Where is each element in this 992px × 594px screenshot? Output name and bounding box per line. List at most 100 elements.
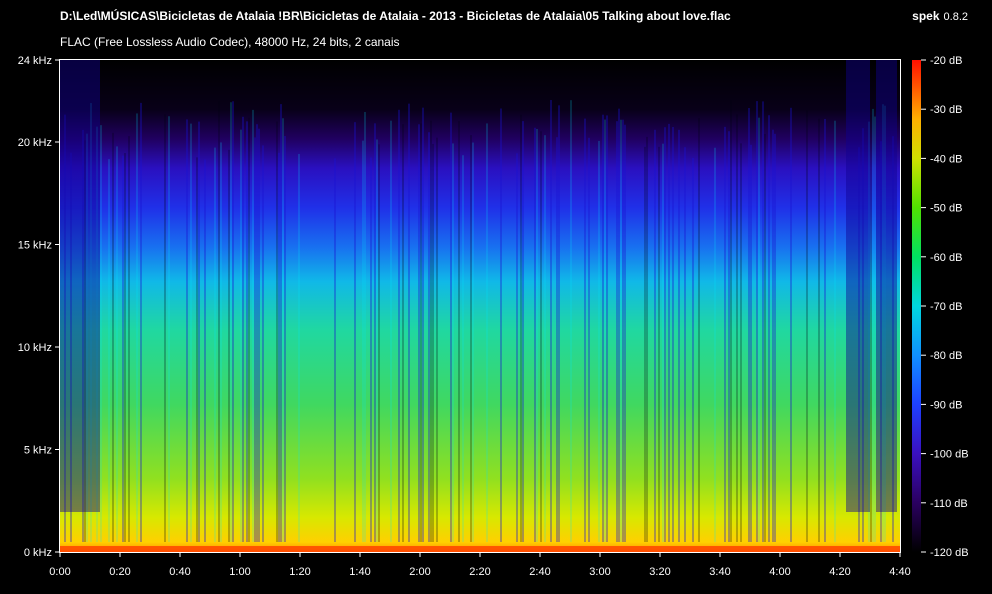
spectrogram-streak <box>678 129 680 543</box>
spectrogram-streak <box>774 133 776 542</box>
spectrogram-streak <box>824 118 826 542</box>
spectrogram-streak <box>684 147 686 542</box>
spectrogram-streak <box>376 139 378 542</box>
time-axis: 0:00 0:20 0:40 1:00 1:20 1:40 2:00 2:20 2:40 3:00… <box>49 552 911 578</box>
spectrogram-streak <box>218 101 220 542</box>
spectrogram-streak <box>616 121 618 543</box>
spectrogram-streak <box>748 108 750 543</box>
spectrogram-streak <box>430 120 432 542</box>
low-frequency-band <box>60 546 900 552</box>
spectrogram-streak <box>246 121 248 543</box>
db-tick-label: -20 dB <box>930 55 962 67</box>
spectrogram-image <box>60 60 900 552</box>
spectrogram-streak <box>570 100 572 543</box>
db-tick-label: -100 dB <box>930 449 969 461</box>
spectrogram-streak <box>790 107 792 542</box>
spectrogram-streak <box>418 124 420 542</box>
spectrogram-streak <box>724 126 726 543</box>
spectrogram-streak <box>242 116 244 543</box>
time-tick-label: 3:40 <box>709 566 730 578</box>
spectrogram-streak <box>522 121 524 543</box>
spectrogram-streak <box>374 123 376 543</box>
spectrogram-streak <box>428 132 430 542</box>
spectrogram-streak <box>254 137 256 543</box>
spectrogram-streak <box>750 144 752 542</box>
spectrogram-streak <box>230 102 232 543</box>
spectrogram-streak <box>668 123 670 543</box>
spectrogram-streak <box>398 109 400 542</box>
spectrogram-streak <box>870 114 872 543</box>
spectrogram-streak <box>362 140 364 542</box>
spectrogram-streak <box>768 115 770 543</box>
time-tick-label: 0:20 <box>109 566 130 578</box>
spectrogram-streak <box>220 142 222 542</box>
freq-tick-label: 24 kHz <box>18 55 52 67</box>
time-tick-label: 1:00 <box>229 566 250 578</box>
spectrogram-streak <box>874 116 876 542</box>
quiet-region <box>846 60 870 512</box>
spectrogram-streak <box>598 140 600 542</box>
spectrogram-streak <box>486 123 488 542</box>
db-tick-label: -110 dB <box>930 498 968 510</box>
spectrogram-streak <box>470 135 472 542</box>
spectrogram-streak <box>588 137 590 542</box>
spectrogram-streak <box>354 122 356 542</box>
time-tick-label: 2:00 <box>409 566 430 578</box>
spectrogram-streak <box>402 124 404 542</box>
spectrogram-streak <box>364 112 366 542</box>
time-tick-label: 0:40 <box>169 566 190 578</box>
spectrogram-streak <box>664 127 666 543</box>
spectrogram-streak <box>740 143 742 543</box>
spectrogram-streak <box>278 152 280 543</box>
spectrogram-streak <box>544 135 546 542</box>
spectrogram-streak <box>624 124 626 542</box>
spectrogram-streak <box>128 136 130 542</box>
spectrogram-streak <box>550 100 552 542</box>
spectrogram-streak <box>122 155 124 543</box>
spectrogram-streak <box>280 104 282 542</box>
time-tick-label: 1:40 <box>349 566 370 578</box>
spectrogram-streak <box>370 157 372 543</box>
time-tick-label: 2:40 <box>529 566 550 578</box>
spectrogram-streak <box>692 157 694 542</box>
spectrogram-streak <box>168 116 170 542</box>
freq-tick-label: 20 kHz <box>18 137 52 149</box>
spectrogram-streak <box>536 128 538 542</box>
spectrogram-streak <box>214 147 216 543</box>
spectrogram-streak <box>284 136 286 542</box>
spectrogram-streak <box>136 113 138 542</box>
time-tick-label: 4:40 <box>889 566 910 578</box>
db-tick-label: -40 dB <box>930 153 962 165</box>
spectrogram-streak <box>736 114 738 542</box>
spectrogram-streak <box>108 159 110 542</box>
spectrogram-streak <box>714 147 716 542</box>
spectrogram-streak <box>190 123 192 542</box>
spectrogram-streak <box>140 102 142 542</box>
spectrogram-streak <box>620 119 622 542</box>
spectrogram-streak <box>100 125 102 542</box>
spectrogram-streak <box>644 146 646 542</box>
time-tick-label: 3:00 <box>589 566 610 578</box>
spectrogram-streak <box>646 136 648 542</box>
spectrogram-streak <box>452 143 454 543</box>
spectrogram-streak <box>834 120 836 543</box>
spectrogram-streak <box>276 121 278 542</box>
db-tick-label: -120 dB <box>930 547 969 559</box>
spectrogram-streak <box>872 108 874 542</box>
time-tick-label: 4:20 <box>829 566 850 578</box>
spectrogram-streak <box>584 118 586 542</box>
spectrogram-streak <box>516 153 518 543</box>
spectrogram-streak <box>606 115 608 542</box>
spectrogram-streak <box>458 121 460 542</box>
spectrogram-streak <box>472 142 474 542</box>
freq-tick-label: 10 kHz <box>18 342 52 354</box>
spectrogram-streak <box>116 146 118 542</box>
spectrogram-streak <box>534 127 536 542</box>
spectrogram-streak <box>262 145 264 542</box>
freq-tick-label: 0 kHz <box>24 547 52 559</box>
db-tick-label: -80 dB <box>930 350 962 362</box>
spectrogram-streak <box>730 100 732 543</box>
quiet-region <box>876 60 897 512</box>
spectrogram-streak <box>258 128 260 542</box>
spectrogram-streak <box>390 120 392 542</box>
